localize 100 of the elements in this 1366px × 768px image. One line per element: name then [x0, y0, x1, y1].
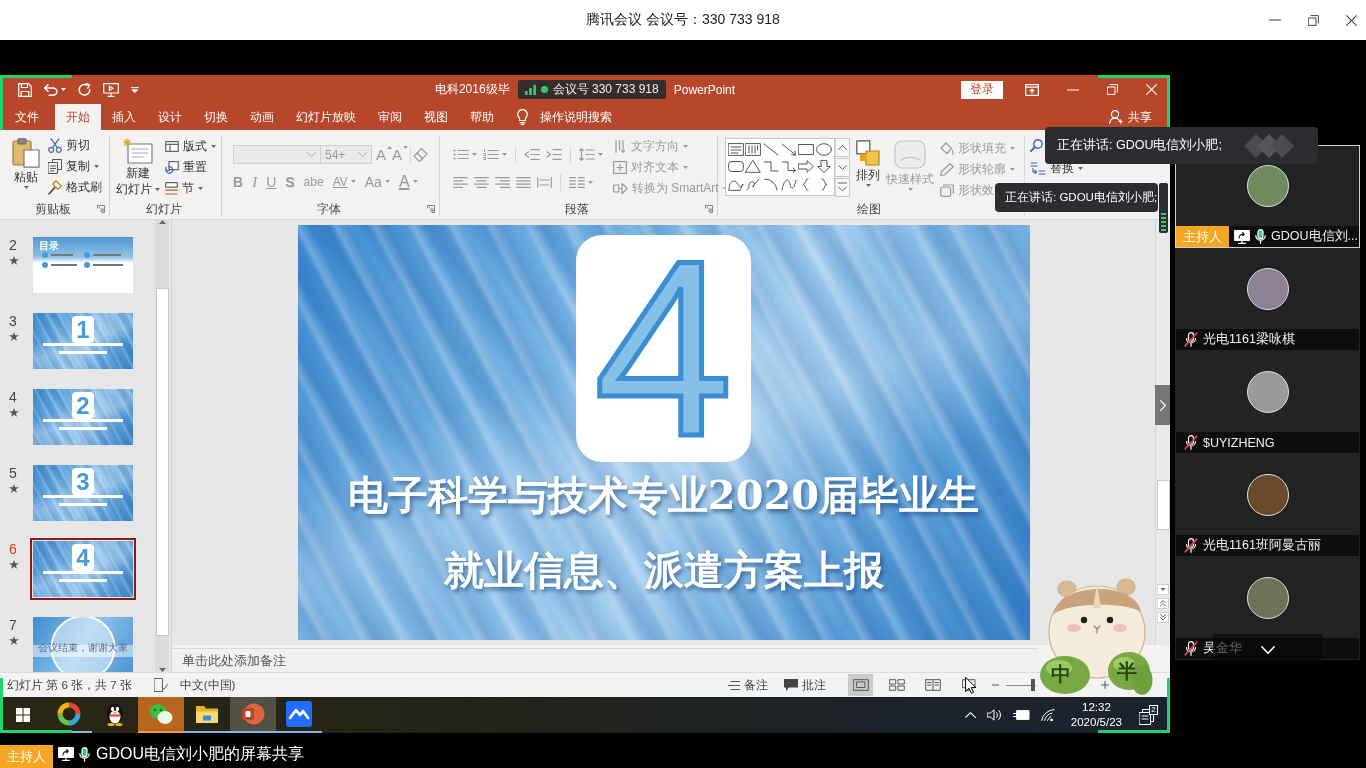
- arrange-button[interactable]: 排列: [856, 138, 880, 187]
- numbering-icon[interactable]: [483, 148, 499, 160]
- chevron-up-icon[interactable]: [964, 712, 976, 718]
- ribbon-tab[interactable]: 动画: [239, 104, 285, 130]
- sign-in-button[interactable]: 登录: [961, 80, 1003, 99]
- columns-icon[interactable]: [569, 176, 585, 188]
- caret-down-icon: [598, 152, 603, 156]
- reading-view-icon: [924, 679, 941, 691]
- undo-icon[interactable]: [44, 83, 58, 96]
- elbow-arrow-icon[interactable]: [780, 160, 797, 174]
- dialog-launcher-icon[interactable]: [705, 205, 713, 213]
- caret-down-icon: [722, 187, 728, 190]
- distributed-icon[interactable]: [537, 176, 552, 188]
- dialog-launcher-icon[interactable]: [427, 205, 435, 213]
- slide-number: 5: [9, 465, 18, 481]
- text-box-icon[interactable]: [727, 143, 744, 157]
- scroll-down-icon[interactable]: [1157, 584, 1169, 595]
- ribbon-tab[interactable]: 审阅: [367, 104, 413, 130]
- battery-plug-icon[interactable]: [1012, 710, 1030, 720]
- oval-icon[interactable]: [816, 143, 833, 157]
- dialog-launcher-icon[interactable]: [97, 205, 105, 213]
- slide-number: 4: [9, 389, 18, 405]
- normal-view-button[interactable]: [848, 674, 873, 696]
- block-arrow-right-icon[interactable]: [798, 160, 815, 174]
- arc-icon[interactable]: [763, 177, 780, 191]
- save-icon[interactable]: [18, 82, 32, 97]
- triangle-icon[interactable]: [745, 160, 762, 174]
- rectangle-icon[interactable]: [798, 143, 815, 157]
- block-arrow-down-icon[interactable]: [816, 160, 833, 174]
- next-slide-icon[interactable]: [1157, 612, 1169, 623]
- layout-button[interactable]: 版式: [165, 136, 216, 157]
- search-icon[interactable]: [1030, 139, 1043, 152]
- align-right-icon[interactable]: [495, 176, 510, 188]
- line-icon[interactable]: [763, 143, 780, 157]
- format-painter-button[interactable]: 格式刷: [48, 177, 102, 198]
- language-text[interactable]: 中文(中国): [179, 677, 236, 693]
- clear-formatting-icon[interactable]: [413, 147, 429, 162]
- ribbon-tab[interactable]: 视图: [413, 104, 459, 130]
- rounded-rectangle-icon[interactable]: [727, 160, 744, 174]
- presentation-icon[interactable]: [103, 82, 119, 97]
- paste-button[interactable]: 粘贴: [12, 136, 40, 189]
- share-button[interactable]: 共享: [1109, 104, 1152, 130]
- notes-icon: [728, 680, 740, 690]
- avatar-photo-placeholder: [1246, 474, 1289, 516]
- slide-thumbnail[interactable]: 3: [33, 465, 133, 521]
- new-slide-button[interactable]: 新建 幻灯片: [116, 136, 160, 196]
- restore-icon[interactable]: [1308, 14, 1319, 26]
- close-icon[interactable]: [1346, 14, 1357, 26]
- scribble-icon[interactable]: [745, 177, 762, 191]
- scrollbar-thumb[interactable]: [155, 288, 169, 636]
- gallery-up-icon[interactable]: [835, 138, 850, 157]
- slide-thumbnail[interactable]: 1: [33, 313, 133, 369]
- spelling-check-icon[interactable]: [153, 678, 168, 692]
- caret-down-icon: [1078, 167, 1083, 170]
- chevron-down-icon: [307, 152, 316, 157]
- zoom-in-icon[interactable]: [1101, 681, 1109, 689]
- slide-thumbnail[interactable]: 2: [33, 389, 133, 445]
- zoom-slider-thumb[interactable]: [1031, 679, 1035, 691]
- chevron-right-icon: [1159, 399, 1166, 411]
- comments-button[interactable]: 批注: [784, 677, 826, 693]
- ribbon-tab[interactable]: 文件: [4, 104, 50, 130]
- collapse-panel-button[interactable]: [1155, 385, 1170, 425]
- gallery-down-icon[interactable]: [835, 158, 850, 177]
- increase-indent-icon[interactable]: [546, 148, 562, 160]
- notes-button[interactable]: 备注: [728, 677, 768, 693]
- ribbon-tab[interactable]: 设计: [147, 104, 193, 130]
- arrow-line-icon[interactable]: [780, 143, 797, 157]
- line-spacing-icon[interactable]: [579, 147, 595, 161]
- scrollbar-thumb[interactable]: [1156, 480, 1170, 530]
- group-label: 剪贴板: [34, 201, 71, 217]
- slide-thumbnail[interactable]: 4: [30, 538, 136, 600]
- align-left-icon[interactable]: [453, 176, 468, 188]
- notification-icon[interactable]: [1139, 709, 1154, 725]
- presentation-app-icon: [241, 702, 265, 726]
- slide-thumbnail[interactable]: 会议结束，谢谢大家: [33, 617, 133, 672]
- bullets-icon[interactable]: [453, 148, 469, 160]
- freeform-icon[interactable]: [727, 177, 744, 191]
- ribbon-tab[interactable]: 开始: [55, 104, 101, 130]
- animation-star-icon: [9, 636, 19, 645]
- cut-button[interactable]: 剪切: [48, 135, 102, 156]
- reset-button[interactable]: 重置: [165, 157, 216, 178]
- ribbon-tab[interactable]: 幻灯片放映: [285, 104, 367, 130]
- ribbon-tab[interactable]: 插入: [101, 104, 147, 130]
- tell-me-button[interactable]: 操作说明搜索: [517, 104, 612, 130]
- wifi-icon[interactable]: [1040, 709, 1056, 721]
- redo-icon[interactable]: [78, 83, 91, 96]
- vertical-text-box-icon[interactable]: [745, 143, 762, 157]
- decrease-indent-icon[interactable]: [524, 148, 540, 160]
- copy-button[interactable]: 复制: [48, 156, 102, 177]
- ribbon-display-icon[interactable]: [1025, 83, 1039, 96]
- quick-styles-icon: [893, 140, 927, 170]
- new-slide-icon: [123, 138, 153, 164]
- ribbon-tab[interactable]: 帮助: [459, 104, 505, 130]
- speaker-icon[interactable]: [986, 709, 1002, 721]
- align-center-icon[interactable]: [474, 176, 489, 188]
- customize-icon[interactable]: [131, 86, 139, 93]
- curve-icon[interactable]: [780, 177, 797, 191]
- section-button[interactable]: 节: [165, 178, 216, 199]
- justify-icon[interactable]: [516, 176, 531, 188]
- ribbon-tab[interactable]: 切换: [193, 104, 239, 130]
